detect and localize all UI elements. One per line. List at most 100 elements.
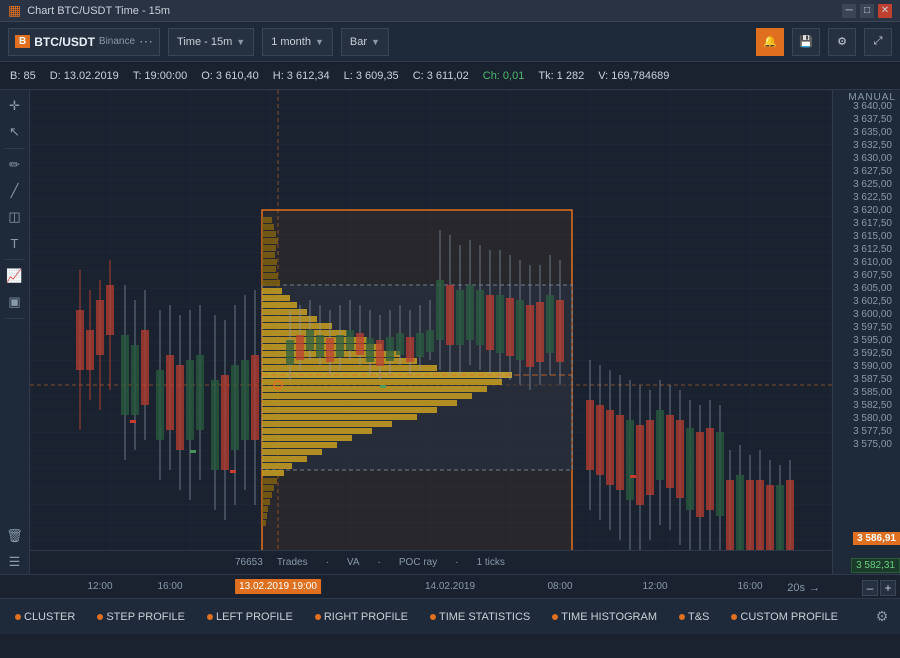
low-value: L: 3 609,35 [344, 70, 399, 82]
price-label-19: 3 595,00 [833, 336, 896, 346]
price-label-24: 3 582,50 [833, 401, 896, 411]
alert-button[interactable]: 🔔 [756, 28, 784, 56]
price-label-20: 3 592,50 [833, 349, 896, 359]
speed-indicator: 20s → [787, 582, 820, 594]
cluster-button[interactable]: CLUSTER [6, 607, 84, 627]
draw-tool[interactable]: ✏ [3, 153, 27, 177]
timeframe-dropdown[interactable]: Time - 15m ▼ [168, 28, 254, 56]
symbol-name: BTC/USDT [34, 35, 95, 49]
price-label-13: 3 610,00 [833, 258, 896, 268]
ts-label: T&S [688, 611, 709, 623]
minimize-button[interactable]: ─ [842, 4, 856, 18]
vp-trades: Trades [277, 557, 308, 568]
price-label-11: 3 615,00 [833, 232, 896, 242]
settings-button[interactable]: ⚙ [828, 28, 856, 56]
price-label-14: 3 607,50 [833, 271, 896, 281]
settings-gear-button[interactable]: ⚙ [870, 605, 894, 629]
text-tool[interactable]: T [3, 231, 27, 255]
indicator-tool[interactable]: 📈 [3, 264, 27, 288]
price-label-25: 3 580,00 [833, 414, 896, 424]
time-histogram-dot [552, 614, 558, 620]
chart-svg [30, 90, 832, 574]
zoom-controls[interactable]: – + [862, 580, 896, 596]
measure-tool[interactable]: ◫ [3, 205, 27, 229]
zoom-plus-button[interactable]: + [880, 580, 896, 596]
list-tool[interactable]: ☰ [3, 550, 27, 574]
cursor-tool[interactable]: ↖ [3, 120, 27, 144]
step-profile-dot [97, 614, 103, 620]
vp-poc-label: POC ray [399, 557, 437, 568]
time-histogram-button[interactable]: TIME HISTOGRAM [543, 607, 666, 627]
tick-value: Tk: 1 282 [538, 70, 584, 82]
maximize-button[interactable]: □ [860, 4, 874, 18]
close-value: C: 3 611,02 [413, 70, 469, 82]
chart-type-dropdown[interactable]: Bar ▼ [341, 28, 389, 56]
price-label-12: 3 612,50 [833, 245, 896, 255]
price-label-17: 3 600,00 [833, 310, 896, 320]
symbol-menu-icon[interactable]: ⋯ [139, 33, 153, 50]
object-tool[interactable]: ▣ [3, 290, 27, 314]
price-label-2: 3 637,50 [833, 115, 896, 125]
vp-stats-bar: 76653 Trades · VA · POC ray · 1 ticks [30, 550, 832, 574]
time-label-7: 16:00 [737, 581, 762, 592]
time-label-highlighted: 13.02.2019 19:00 [235, 579, 321, 594]
trash-tool[interactable]: 🗑 [3, 524, 27, 548]
crosshair-tool[interactable]: ✛ [3, 94, 27, 118]
custom-profile-button[interactable]: CUSTOM PROFILE [722, 607, 847, 627]
price-label-6: 3 627,50 [833, 167, 896, 177]
volume-value: V: 169,784689 [598, 70, 669, 82]
speed-arrow-icon: → [809, 582, 820, 594]
time-label-4: 14.02.2019 [425, 581, 475, 592]
open-value: O: 3 610,40 [201, 70, 259, 82]
zoom-minus-button[interactable]: – [862, 580, 878, 596]
timeframe-label: Time - 15m [177, 36, 232, 48]
vp-separator3: · [455, 557, 458, 568]
vp-separator: · [326, 557, 329, 568]
right-price-scale: MANUAL 3 640,00 3 637,50 3 635,00 3 632,… [832, 90, 900, 574]
symbol-selector[interactable]: B BTC/USDT Binance ⋯ [8, 28, 160, 56]
toolbar: B BTC/USDT Binance ⋯ Time - 15m ▼ 1 mont… [0, 22, 900, 62]
alt-price-tag: 3 582,31 [851, 558, 900, 573]
save-button[interactable]: 💾 [792, 28, 820, 56]
chart-type-arrow-icon: ▼ [371, 37, 380, 47]
time-axis: 12:00 16:00 13.02.2019 19:00 14.02.2019 … [0, 574, 900, 598]
current-price-tag: 3 586,91 [853, 532, 900, 545]
price-label-18: 3 597,50 [833, 323, 896, 333]
step-profile-button[interactable]: STEP PROFILE [88, 607, 194, 627]
price-label-5: 3 630,00 [833, 154, 896, 164]
close-button[interactable]: ✕ [878, 4, 892, 18]
custom-profile-label: CUSTOM PROFILE [740, 611, 838, 623]
price-label-16: 3 602,50 [833, 297, 896, 307]
vp-separator2: · [378, 557, 381, 568]
timeframe-arrow-icon: ▼ [236, 37, 245, 47]
bar-number: B: 85 [10, 70, 36, 82]
high-value: H: 3 612,34 [273, 70, 330, 82]
price-label-22: 3 587,50 [833, 375, 896, 385]
time-value: T: 19:00:00 [133, 70, 187, 82]
right-profile-button[interactable]: RIGHT PROFILE [306, 607, 417, 627]
vp-va-label: VA [347, 557, 360, 568]
cluster-label: CLUSTER [24, 611, 75, 623]
time-label-1: 12:00 [87, 581, 112, 592]
price-label-3: 3 635,00 [833, 128, 896, 138]
line-tool[interactable]: ╱ [3, 179, 27, 203]
period-label: 1 month [271, 36, 311, 48]
ts-button[interactable]: T&S [670, 607, 718, 627]
time-stats-label: TIME STATISTICS [439, 611, 530, 623]
chart-area[interactable]: 76653 Trades · VA · POC ray · 1 ticks [30, 90, 832, 574]
price-label-4: 3 632,50 [833, 141, 896, 151]
window-title: Chart BTC/USDT Time - 15m [27, 5, 170, 17]
price-label-10: 3 617,50 [833, 219, 896, 229]
right-profile-dot [315, 614, 321, 620]
cluster-dot [15, 614, 21, 620]
period-dropdown[interactable]: 1 month ▼ [262, 28, 333, 56]
left-profile-label: LEFT PROFILE [216, 611, 293, 623]
time-stats-button[interactable]: TIME STATISTICS [421, 607, 539, 627]
time-histogram-label: TIME HISTOGRAM [561, 611, 657, 623]
exchange-label: Binance [99, 36, 135, 47]
price-label-21: 3 590,00 [833, 362, 896, 372]
manual-label: MANUAL [848, 92, 896, 103]
left-profile-button[interactable]: LEFT PROFILE [198, 607, 302, 627]
price-scale-labels: 3 640,00 3 637,50 3 635,00 3 632,50 3 63… [833, 94, 896, 450]
fullscreen-button[interactable]: ⤢ [864, 28, 892, 56]
